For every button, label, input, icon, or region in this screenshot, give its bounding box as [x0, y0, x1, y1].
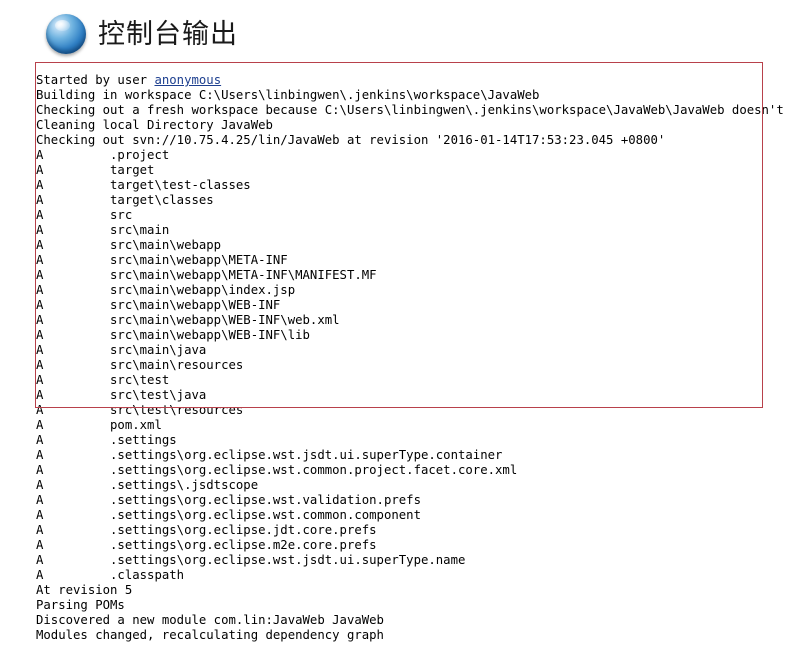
console-line: A .settings\org.eclipse.wst.jsdt.ui.supe…: [36, 448, 503, 463]
console-line: Discovered a new module com.lin:JavaWeb …: [36, 613, 384, 628]
console-line: A .settings\.jsdtscope: [36, 478, 259, 493]
page-header: 控制台输出: [0, 0, 786, 54]
console-line: A target: [36, 163, 155, 178]
console-line: A .project: [36, 148, 170, 163]
console-line: Modules changed, recalculating dependenc…: [36, 628, 384, 643]
console-line: Cleaning local Directory JavaWeb: [36, 118, 273, 133]
console-line: A src\test: [36, 373, 170, 388]
console-line: A .settings: [36, 433, 177, 448]
console-line: A src\main\webapp\WEB-INF\lib: [36, 328, 310, 343]
console-line: A src\main\java: [36, 343, 207, 358]
console-line: A .classpath: [36, 568, 185, 583]
console-line: A .settings\org.eclipse.m2e.core.prefs: [36, 538, 377, 553]
console-line: A .settings\org.eclipse.wst.jsdt.ui.supe…: [36, 553, 466, 568]
console-line: A .settings\org.eclipse.wst.common.proje…: [36, 463, 518, 478]
console-line: A .settings\org.eclipse.jdt.core.prefs: [36, 523, 377, 538]
console-output-region: Started by user anonymous Building in wor…: [0, 62, 786, 643]
console-line: Checking out a fresh workspace because C…: [36, 103, 786, 118]
console-line: A src: [36, 208, 133, 223]
console-line: A src\main: [36, 223, 170, 238]
console-line: A src\main\webapp\WEB-INF\web.xml: [36, 313, 340, 328]
console-line: Checking out svn://10.75.4.25/lin/JavaWe…: [36, 133, 666, 148]
console-line: Started by user anonymous: [36, 73, 222, 88]
console-line: A src\main\webapp\WEB-INF: [36, 298, 281, 313]
console-line: A src\main\webapp\META-INF\MANIFEST.MF: [36, 268, 377, 283]
console-line: A target\test-classes: [36, 178, 251, 193]
console-line: Parsing POMs: [36, 598, 125, 613]
console-line: A .settings\org.eclipse.wst.validation.p…: [36, 493, 421, 508]
console-line: A src\test\resources: [36, 403, 244, 418]
console-line: Building in workspace C:\Users\linbingwe…: [36, 88, 540, 103]
console-line: A src\main\webapp\META-INF: [36, 253, 288, 268]
console-line: A pom.xml: [36, 418, 162, 433]
console-line: A src\test\java: [36, 388, 207, 403]
console-log[interactable]: Started by user anonymous Building in wor…: [36, 62, 786, 643]
console-line: At revision 5: [36, 583, 133, 598]
blue-sphere-icon: [46, 14, 86, 54]
page-title: 控制台输出: [98, 18, 238, 50]
console-line: A src\main\webapp: [36, 238, 222, 253]
user-link[interactable]: anonymous: [154, 73, 221, 87]
console-line: A .settings\org.eclipse.wst.common.compo…: [36, 508, 421, 523]
console-line: A src\main\webapp\index.jsp: [36, 283, 296, 298]
console-line: A src\main\resources: [36, 358, 244, 373]
console-line: A target\classes: [36, 193, 214, 208]
